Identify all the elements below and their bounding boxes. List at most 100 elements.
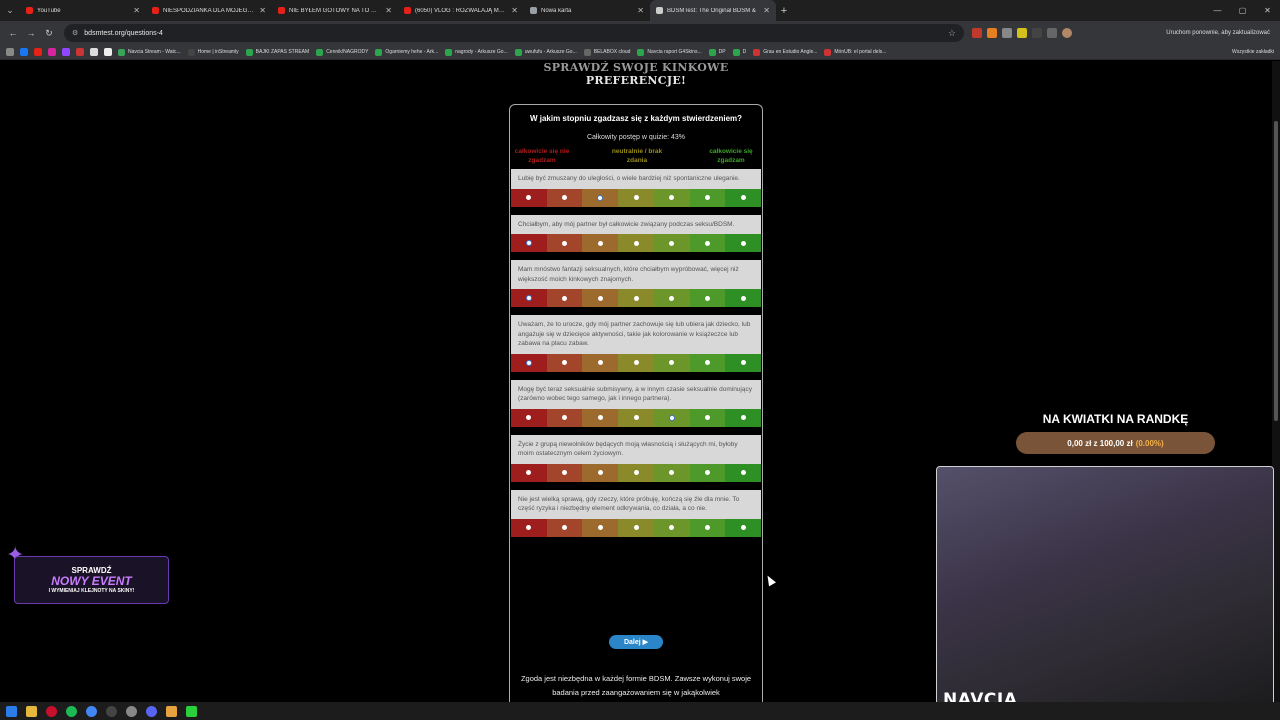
answer-option-3[interactable] <box>582 289 619 307</box>
answer-option-5[interactable] <box>653 518 690 537</box>
answer-option-2[interactable] <box>546 518 583 537</box>
answer-option-2[interactable] <box>546 353 583 372</box>
back-icon[interactable]: ← <box>4 28 22 38</box>
answer-option-6[interactable] <box>689 289 726 307</box>
bookmark-item[interactable]: uwufufu - Arkusze Go... <box>514 48 577 56</box>
answer-option-3[interactable] <box>582 234 619 252</box>
answer-option-3[interactable] <box>582 408 619 427</box>
maximize-icon[interactable]: ▢ <box>1230 0 1255 21</box>
answer-option-7[interactable] <box>725 353 762 372</box>
twitch-icon[interactable] <box>62 48 70 56</box>
bookmark-item[interactable]: BAJKI ZAPAS STREAM <box>245 48 309 56</box>
opera-icon[interactable] <box>46 705 57 717</box>
tab-close-icon[interactable]: ✕ <box>385 6 392 15</box>
answer-option-5[interactable] <box>653 188 690 207</box>
avatar[interactable] <box>1062 28 1072 38</box>
app-icon[interactable] <box>186 705 197 717</box>
answer-option-5[interactable] <box>653 463 690 482</box>
browser-tab[interactable]: Nowa karta ✕ <box>524 0 650 21</box>
tab-search-icon[interactable]: ⌄ <box>0 0 20 21</box>
answer-option-4[interactable] <box>618 463 654 482</box>
answer-option-2[interactable] <box>546 408 583 427</box>
forward-icon[interactable]: → <box>22 28 40 38</box>
browser-tab[interactable]: NIE BYŁEM GOTOWY NA TO WYZ ✕ <box>272 0 398 21</box>
answer-option-4[interactable] <box>618 408 654 427</box>
tab-close-icon[interactable]: ✕ <box>511 6 518 15</box>
puzzle-icon[interactable] <box>1047 28 1057 38</box>
url-input[interactable]: ⚙ bdsmtest.org/questions-4 ☆ <box>64 24 964 42</box>
bookmark-star-icon[interactable]: ☆ <box>948 28 956 39</box>
tiktok-icon[interactable] <box>104 48 112 56</box>
answer-option-7[interactable] <box>725 188 762 207</box>
browser-tab[interactable]: YouTube ✕ <box>20 0 146 21</box>
tab-close-icon[interactable]: ✕ <box>637 6 644 15</box>
extension-icon[interactable] <box>972 28 982 38</box>
answer-option-2[interactable] <box>546 463 583 482</box>
answer-option-2[interactable] <box>546 289 583 307</box>
bookmark-item[interactable]: Navcia Stream - Watc... <box>118 48 181 56</box>
close-window-icon[interactable]: ✕ <box>1255 0 1280 21</box>
answer-option-6[interactable] <box>689 353 726 372</box>
answer-option-4[interactable] <box>618 289 654 307</box>
browser-tab[interactable]: BDSMTest: The Original BDSM & ✕ <box>650 0 776 21</box>
answer-option-1[interactable] <box>511 353 547 372</box>
bookmark-item[interactable]: Ogarniemy hehe - Ark... <box>375 48 438 56</box>
bookmark-item[interactable]: Cennik/NAGRODY <box>316 48 368 56</box>
answer-option-5[interactable] <box>653 408 690 427</box>
answer-option-3[interactable] <box>582 353 619 372</box>
answer-option-3[interactable] <box>582 463 619 482</box>
answer-option-1[interactable] <box>511 289 547 307</box>
app-icon[interactable] <box>166 705 177 717</box>
answer-option-1[interactable] <box>511 518 547 537</box>
new-tab-button[interactable]: + <box>776 5 792 17</box>
answer-option-1[interactable] <box>511 188 547 207</box>
bookmark-item[interactable]: nagrody - Arkusze Go... <box>445 48 508 56</box>
tab-close-icon[interactable]: ✕ <box>763 6 770 15</box>
answer-option-5[interactable] <box>653 234 690 252</box>
bookmark-item[interactable]: Home | inStreamly <box>187 48 239 56</box>
answer-option-7[interactable] <box>725 234 762 252</box>
bookmark-item[interactable]: DP <box>708 48 726 56</box>
answer-option-6[interactable] <box>689 234 726 252</box>
update-button[interactable]: Uruchom ponownie, aby zaktualizować <box>1160 25 1276 41</box>
extension-icon[interactable] <box>1002 28 1012 38</box>
answer-option-4[interactable] <box>618 518 654 537</box>
answer-option-7[interactable] <box>725 463 762 482</box>
youtube-icon[interactable] <box>34 48 42 56</box>
start-icon[interactable] <box>6 705 17 717</box>
site-info-icon[interactable]: ⚙ <box>72 29 78 37</box>
bookmark-item[interactable]: Navcia raport G4Skins... <box>637 48 702 56</box>
answer-option-1[interactable] <box>511 234 547 252</box>
app-icon[interactable] <box>126 705 137 717</box>
tab-close-icon[interactable]: ✕ <box>259 6 266 15</box>
minimize-icon[interactable]: — <box>1205 0 1230 21</box>
answer-option-7[interactable] <box>725 289 762 307</box>
apps-icon[interactable] <box>6 48 14 56</box>
all-bookmarks[interactable]: Wszystkie zakładki <box>1232 49 1274 55</box>
answer-option-4[interactable] <box>618 188 654 207</box>
spotify-icon[interactable] <box>66 705 77 717</box>
extension-icon[interactable] <box>1017 28 1027 38</box>
answer-option-1[interactable] <box>511 463 547 482</box>
discord-icon[interactable] <box>146 705 157 717</box>
answer-option-1[interactable] <box>511 408 547 427</box>
answer-option-3[interactable] <box>582 518 619 537</box>
reload-icon[interactable]: ↻ <box>40 28 58 39</box>
bookmark-item[interactable]: D <box>732 48 746 56</box>
answer-option-3[interactable] <box>582 188 619 207</box>
answer-option-6[interactable] <box>689 188 726 207</box>
file-explorer-icon[interactable] <box>26 705 37 717</box>
browser-tab[interactable]: (6050) VLOG : ROZWALAJĄ MNIE ✕ <box>398 0 524 21</box>
scrollbar-thumb[interactable] <box>1274 121 1278 421</box>
next-button[interactable]: Dalej ▶ <box>609 635 663 649</box>
answer-option-5[interactable] <box>653 289 690 307</box>
bookmark-item[interactable]: MónUB: el portal dels... <box>824 48 886 56</box>
answer-option-2[interactable] <box>546 188 583 207</box>
bookmark-icon[interactable] <box>76 48 84 56</box>
browser-tab[interactable]: NIESPODZIANKA DLA MOJEGO M ✕ <box>146 0 272 21</box>
extension-icon[interactable] <box>1032 28 1042 38</box>
bookmark-item[interactable]: BELABOX cloud <box>583 48 630 56</box>
x-icon[interactable] <box>90 48 98 56</box>
answer-option-5[interactable] <box>653 353 690 372</box>
instagram-icon[interactable] <box>48 48 56 56</box>
